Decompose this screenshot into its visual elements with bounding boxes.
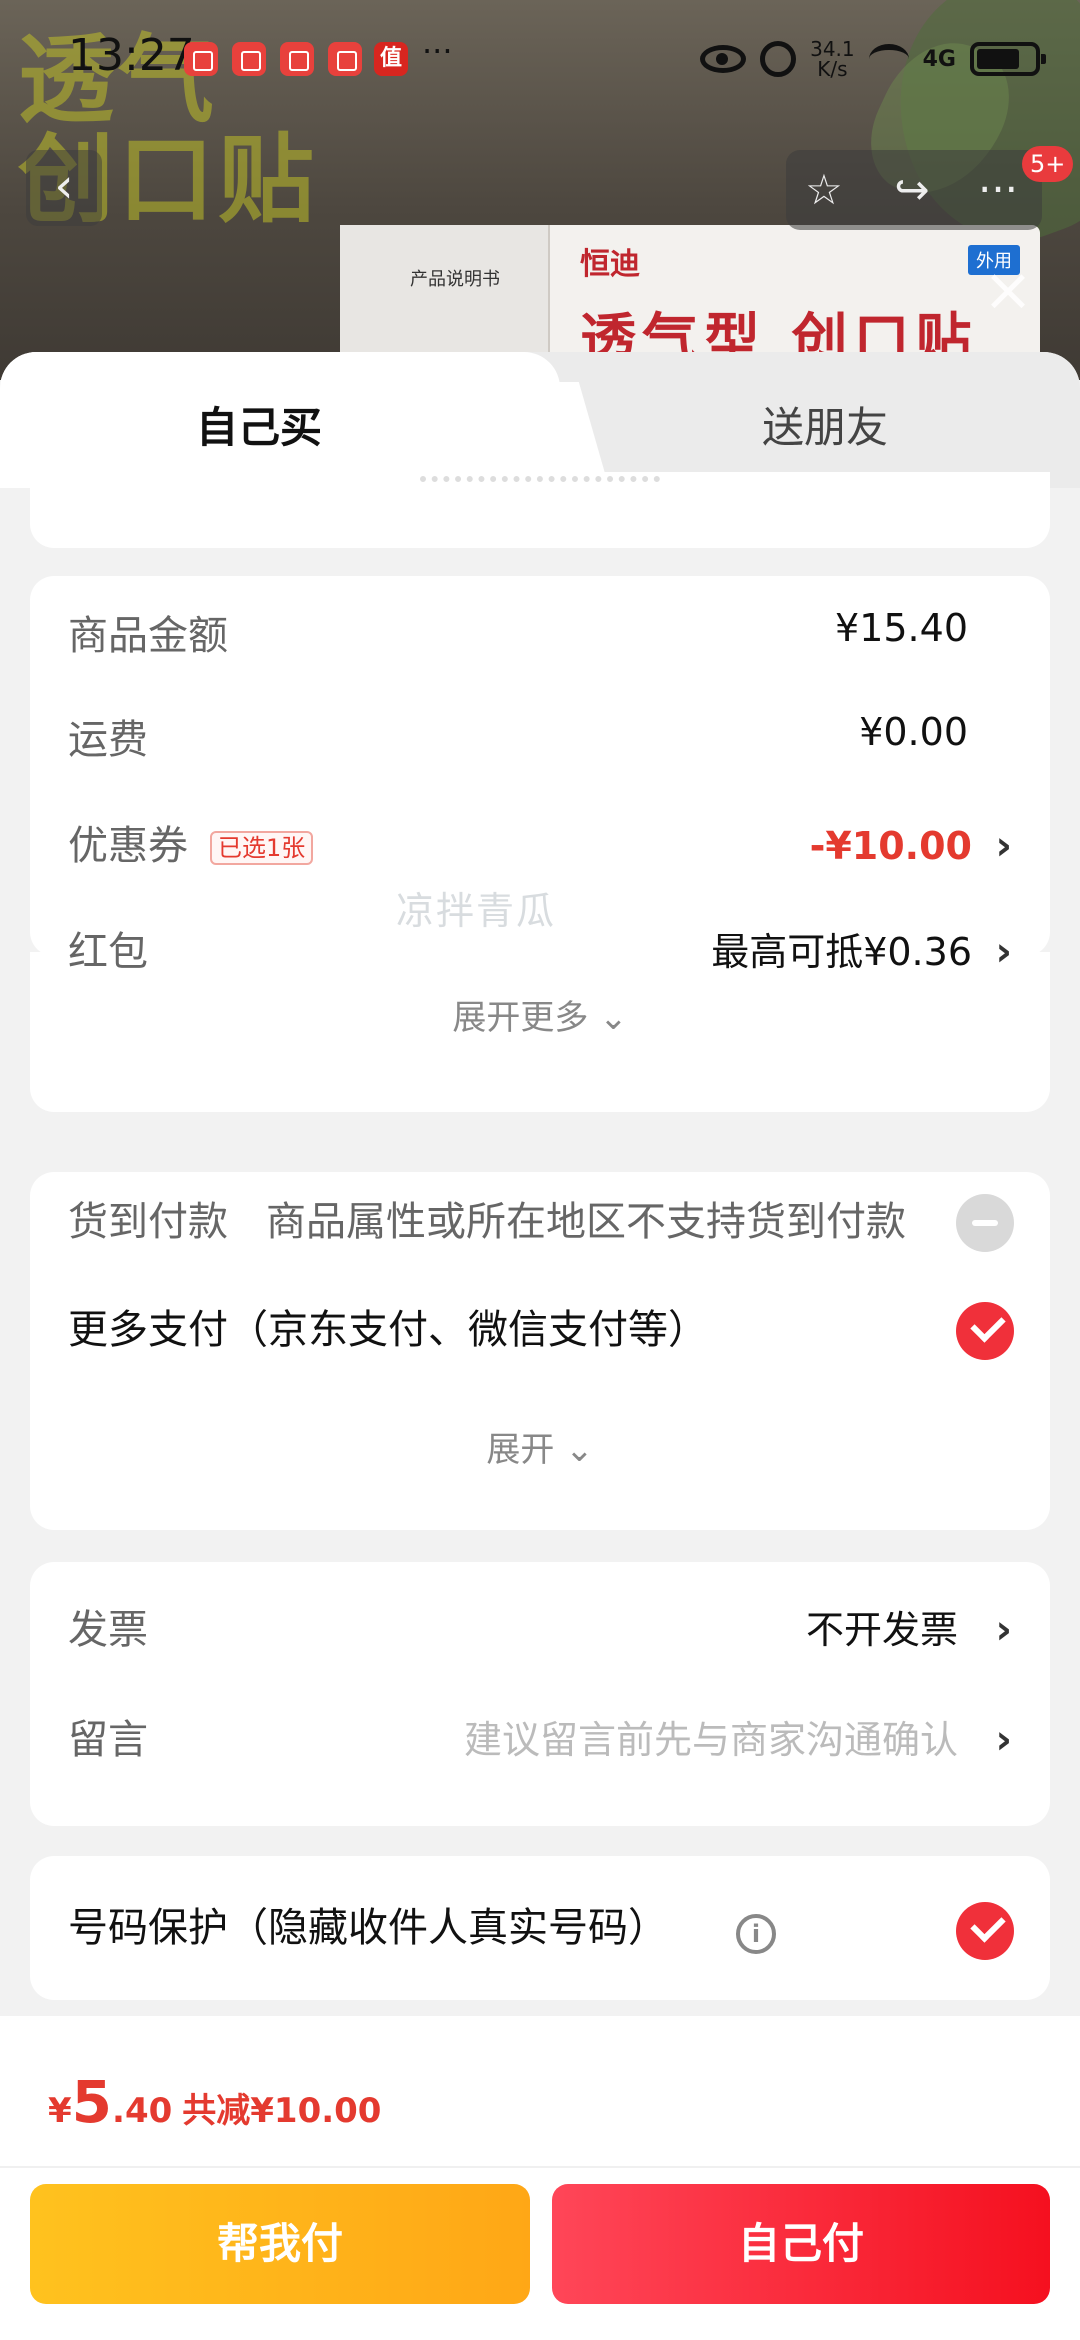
chevron-right-icon: › [995, 1717, 1012, 1763]
disabled-option-icon [956, 1194, 1014, 1252]
nav-actions: ☆ ↪ ··· [786, 150, 1042, 230]
cash-on-delivery-label: 货到付款 [68, 1199, 228, 1245]
checkmark-selected-icon[interactable] [956, 1302, 1014, 1360]
wifi-icon [868, 44, 909, 74]
chevron-right-icon: › [995, 1607, 1012, 1653]
number-privacy-card: 号码保护（隐藏收件人真实号码） i [30, 1856, 1050, 2000]
help-me-pay-button[interactable]: 帮我付 [30, 2184, 530, 2304]
chevron-right-icon: › [995, 823, 1012, 869]
expand-more-button[interactable]: 展开更多 ⌄ [30, 990, 1050, 1039]
battery-icon [970, 42, 1046, 76]
divider [0, 2166, 1080, 2168]
amount-summary-card-lower: 红包 最高可抵¥0.36 › 展开更多 ⌄ [30, 929, 1050, 1112]
info-icon[interactable]: i [736, 1914, 776, 1954]
status-bar: 13:27 值 ··· 34.1 K/s 4G [0, 0, 1080, 120]
message-badge: 5+ [1022, 146, 1074, 182]
checkout-bar: ¥5.40 共减¥10.00 帮我付 自己付 [0, 2016, 1080, 2340]
payment-method-card: 货到付款 商品属性或所在地区不支持货到付款 更多支付（京东支付、微信支付等） 展… [30, 1172, 1050, 1530]
shipping-label: 运费 [68, 717, 148, 763]
back-button[interactable]: ‹ [26, 150, 102, 226]
notification-app-icon [328, 42, 362, 76]
notification-app-icon [232, 42, 266, 76]
notification-app-icon [280, 42, 314, 76]
number-privacy-row: 号码保护（隐藏收件人真实号码） i [68, 1898, 1012, 1958]
shipping-row: 运费 ¥0.00 [68, 710, 1012, 770]
red-packet-label: 红包 [68, 929, 148, 975]
coupon-selected-tag: 已选1张 [210, 831, 314, 865]
shipping-value: ¥0.00 [859, 710, 968, 754]
pay-myself-button[interactable]: 自己付 [552, 2184, 1050, 2304]
favorite-star-icon[interactable]: ☆ [796, 162, 852, 218]
goods-amount-row: 商品金额 ¥15.40 [68, 606, 1012, 666]
chevron-right-icon: › [995, 929, 1012, 975]
status-time: 13:27 [68, 30, 195, 81]
share-icon[interactable]: ↪ [884, 162, 940, 218]
number-privacy-label: 号码保护（隐藏收件人真实号码） [68, 1905, 668, 1951]
username-watermark: 凉拌青瓜 [396, 889, 557, 933]
clipped-content [420, 476, 660, 494]
notification-app-icon: 值 [374, 42, 408, 76]
notification-app-icon [184, 42, 218, 76]
alarm-icon [760, 41, 797, 77]
network-speed: 34.1 K/s [810, 37, 855, 81]
system-icons: 34.1 K/s 4G [700, 34, 1046, 84]
purchase-tabs: 自己买 送朋友 [0, 352, 1080, 488]
previous-card-edge [30, 472, 1050, 548]
invoice-message-card: 发票 不开发票 › 留言 建议留言前先与商家沟通确认 › [30, 1562, 1050, 1826]
tab-buy-for-self[interactable]: 自己买 [196, 394, 322, 455]
product-brand: 恒迪 [580, 247, 640, 282]
checkout-sheet: 自己买 送朋友 商品金额 ¥15.40 运费 ¥0.00 优惠券 已选1张 -¥… [0, 352, 1080, 2340]
message-row[interactable]: 留言 建议留言前先与商家沟通确认 › [68, 1710, 1012, 1770]
coupon-label: 优惠券 [68, 823, 188, 869]
more-payment-label[interactable]: 更多支付（京东支付、微信支付等） [68, 1300, 708, 1360]
more-notifications-icon: ··· [422, 32, 453, 70]
goods-amount-value: ¥15.40 [835, 606, 968, 650]
cash-on-delivery-hint: 商品属性或所在地区不支持货到付款 [266, 1199, 906, 1245]
tab-send-to-friend[interactable]: 送朋友 [762, 394, 888, 455]
total-price: ¥5.40 共减¥10.00 [48, 2068, 382, 2136]
close-icon[interactable]: × [980, 260, 1036, 320]
red-packet-value: 最高可抵¥0.36 [711, 930, 972, 974]
eye-comfort-icon [700, 45, 747, 73]
message-label: 留言 [68, 1717, 148, 1763]
coupon-value: -¥10.00 [809, 824, 972, 868]
invoice-label: 发票 [68, 1607, 148, 1653]
invoice-row[interactable]: 发票 不开发票 › [68, 1600, 1012, 1660]
checkmark-selected-icon[interactable] [956, 1902, 1014, 1960]
goods-amount-label: 商品金额 [68, 613, 228, 659]
message-placeholder[interactable]: 建议留言前先与商家沟通确认 [464, 1710, 958, 1770]
more-options-icon[interactable]: ··· [970, 162, 1026, 218]
expand-payment-button[interactable]: 展开 ⌄ [30, 1422, 1050, 1471]
savings-text: 共减¥10.00 [182, 2091, 382, 2131]
network-type: 4G [922, 46, 956, 72]
invoice-value: 不开发票 [805, 1608, 958, 1652]
coupon-row[interactable]: 优惠券 已选1张 -¥10.00 › [68, 816, 1012, 876]
